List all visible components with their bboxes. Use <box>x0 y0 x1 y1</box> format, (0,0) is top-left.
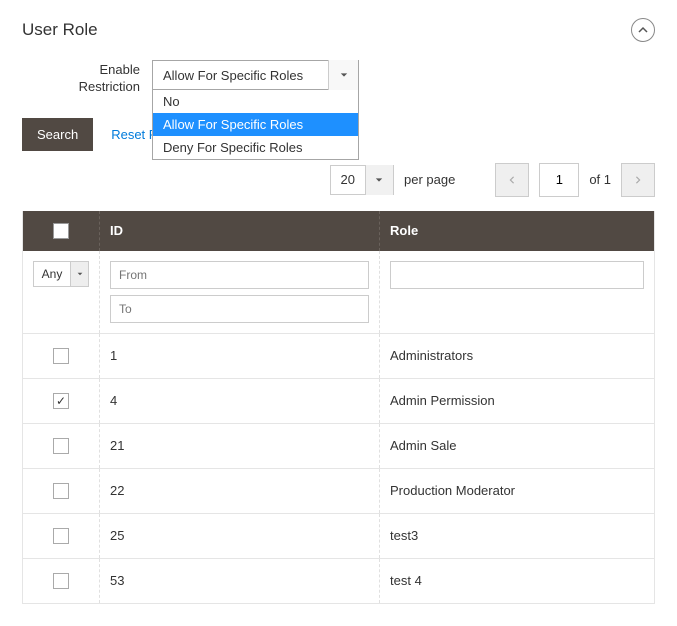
restriction-option-allow[interactable]: Allow For Specific Roles <box>153 113 358 136</box>
cell-role: Admin Permission <box>379 379 654 423</box>
cell-role: test 4 <box>379 559 654 603</box>
cell-id: 1 <box>99 334 379 378</box>
row-checkbox[interactable] <box>53 438 69 454</box>
page-number-input[interactable] <box>539 163 579 197</box>
table-row[interactable]: 53test 4 <box>23 559 654 603</box>
dropdown-arrow-icon <box>328 60 358 90</box>
filter-any-label: Any <box>34 262 71 286</box>
cell-role: Production Moderator <box>379 469 654 513</box>
enable-restriction-select[interactable]: Allow For Specific Roles <box>152 60 359 90</box>
enable-restriction-dropdown: No Allow For Specific Roles Deny For Spe… <box>152 90 359 160</box>
table-row[interactable]: 1Administrators <box>23 334 654 379</box>
cell-role: Admin Sale <box>379 424 654 468</box>
header-checkbox-cell <box>23 211 99 251</box>
next-page-button[interactable] <box>621 163 655 197</box>
table-row[interactable]: 25test3 <box>23 514 654 559</box>
select-all-checkbox[interactable] <box>53 223 69 239</box>
table-row[interactable]: 4Admin Permission <box>23 379 654 424</box>
table-row[interactable]: 21Admin Sale <box>23 424 654 469</box>
row-checkbox[interactable] <box>53 483 69 499</box>
cell-role: Administrators <box>379 334 654 378</box>
search-button[interactable]: Search <box>22 118 93 151</box>
per-page-select[interactable]: 20 <box>330 165 394 195</box>
cell-id: 25 <box>99 514 379 558</box>
chevron-down-icon <box>70 262 88 286</box>
filter-role-input[interactable] <box>390 261 644 289</box>
section-title: User Role <box>22 20 98 40</box>
enable-restriction-label: EnableRestriction <box>22 60 152 96</box>
prev-page-button[interactable] <box>495 163 529 197</box>
cell-role: test3 <box>379 514 654 558</box>
row-checkbox[interactable] <box>53 528 69 544</box>
chevron-down-icon <box>365 165 393 195</box>
chevron-up-icon <box>638 25 648 35</box>
header-id[interactable]: ID <box>99 211 379 251</box>
enable-restriction-selected: Allow For Specific Roles <box>153 68 328 83</box>
per-page-value: 20 <box>331 172 365 187</box>
chevron-left-icon <box>508 175 516 185</box>
cell-id: 4 <box>99 379 379 423</box>
roles-grid: ID Role Any 1Administrators4Admin Permis… <box>22 211 655 604</box>
cell-id: 22 <box>99 469 379 513</box>
cell-id: 21 <box>99 424 379 468</box>
collapse-toggle[interactable] <box>631 18 655 42</box>
row-checkbox[interactable] <box>53 573 69 589</box>
filter-id-to-input[interactable] <box>110 295 369 323</box>
row-checkbox[interactable] <box>53 393 69 409</box>
filter-id-from-input[interactable] <box>110 261 369 289</box>
row-checkbox[interactable] <box>53 348 69 364</box>
filter-any-select[interactable]: Any <box>33 261 90 287</box>
restriction-option-no[interactable]: No <box>153 90 358 113</box>
chevron-right-icon <box>634 175 642 185</box>
page-total-label: of 1 <box>589 172 611 187</box>
restriction-option-deny[interactable]: Deny For Specific Roles <box>153 136 358 159</box>
header-role[interactable]: Role <box>379 211 654 251</box>
per-page-label: per page <box>404 172 455 187</box>
cell-id: 53 <box>99 559 379 603</box>
table-row[interactable]: 22Production Moderator <box>23 469 654 514</box>
